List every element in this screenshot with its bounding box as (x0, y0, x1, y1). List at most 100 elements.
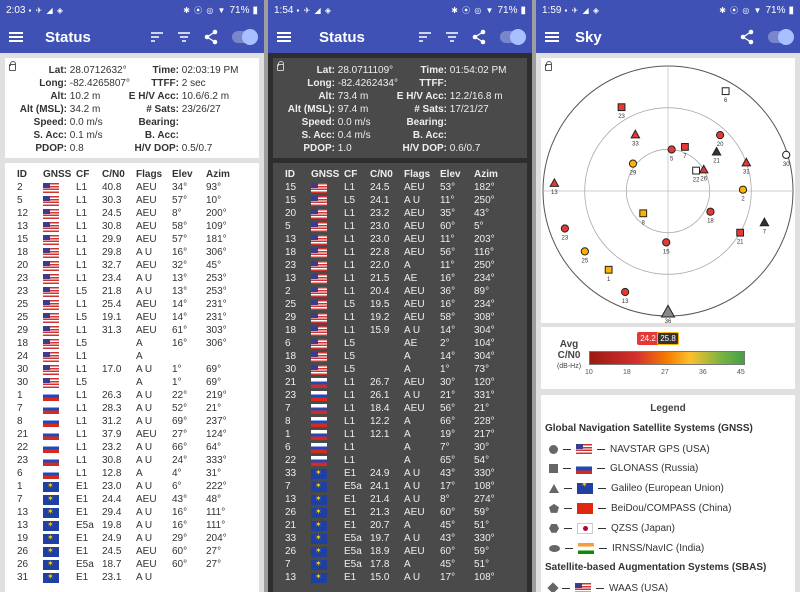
table-row[interactable]: 25 L1 25.4 AEU 14° 231° (17, 298, 240, 311)
filter-icon[interactable] (176, 29, 192, 45)
table-row[interactable]: 18 L1 29.8 A U 16° 306° (17, 246, 240, 259)
column-header[interactable]: Azim (474, 168, 508, 181)
satellite-marker[interactable] (692, 166, 700, 175)
gps-toggle[interactable] (500, 29, 526, 45)
table-row[interactable]: 21 L1 26.7 AEU 30° 120° (285, 376, 508, 389)
column-header[interactable]: C/N0 (102, 168, 136, 181)
table-row[interactable]: 24 L1 A (17, 350, 240, 363)
satellite-marker[interactable] (706, 207, 715, 216)
table-row[interactable]: 13 E1 21.4 A U 8° 274° (285, 493, 508, 506)
table-row[interactable]: 25 L5 19.5 AEU 16° 234° (285, 298, 508, 311)
table-row[interactable]: 1 L1 26.3 A U 22° 219° (17, 389, 240, 402)
column-header[interactable]: CF (76, 168, 102, 181)
table-row[interactable]: 13 E1 29.4 A U 16° 111° (17, 506, 240, 519)
satellite-marker[interactable] (681, 143, 689, 151)
column-header[interactable]: Flags (136, 168, 172, 181)
table-row[interactable]: 30 L5 A 1° 73° (285, 363, 508, 376)
table-row[interactable]: 7 L1 28.3 A U 52° 21° (17, 402, 240, 415)
table-row[interactable]: 26 E5a 18.9 AEU 60° 59° (285, 545, 508, 558)
table-row[interactable]: 13 L1 30.8 AEU 58° 109° (17, 220, 240, 233)
gps-toggle[interactable] (768, 29, 794, 45)
table-row[interactable]: 6 L1 A 7° 30° (285, 441, 508, 454)
table-row[interactable]: 5 L1 23.0 AEU 60° 5° (285, 220, 508, 233)
table-row[interactable]: 15 L1 29.9 AEU 57° 181° (17, 233, 240, 246)
share-icon[interactable] (739, 29, 755, 45)
table-row[interactable]: 15 L1 24.5 AEU 53° 182° (285, 181, 508, 194)
column-header[interactable]: Flags (404, 168, 440, 181)
table-row[interactable]: 26 E5a 18.7 AEU 60° 27° (17, 558, 240, 571)
table-row[interactable]: 1 L1 12.1 A 19° 217° (285, 428, 508, 441)
table-row[interactable]: 26 E1 21.3 AEU 60° 59° (285, 506, 508, 519)
table-row[interactable]: 30 L1 17.0 A U 1° 69° (17, 363, 240, 376)
table-row[interactable]: 23 L1 23.4 A U 13° 253° (17, 272, 240, 285)
table-row[interactable]: 20 L1 32.7 AEU 32° 45° (17, 259, 240, 272)
satellite-marker[interactable] (604, 265, 613, 274)
table-row[interactable]: 13 L1 21.5 AE 16° 234° (285, 272, 508, 285)
table-row[interactable]: 18 L5 A 16° 306° (17, 337, 240, 350)
satellite-marker[interactable] (738, 185, 748, 194)
table-row[interactable]: 1 E1 23.0 A U 6° 222° (17, 480, 240, 493)
satellite-marker[interactable] (759, 217, 770, 227)
table-row[interactable]: 21 L1 37.9 AEU 27° 124° (17, 428, 240, 441)
share-icon[interactable] (203, 29, 219, 45)
filter-icon[interactable] (444, 29, 460, 45)
satellite-marker[interactable] (580, 247, 589, 256)
table-row[interactable]: 12 L1 24.5 AEU 8° 200° (17, 207, 240, 220)
table-row[interactable]: 31 E1 23.1 A U (17, 571, 240, 584)
table-row[interactable]: 8 L1 12.2 A 66° 228° (285, 415, 508, 428)
table-row[interactable]: 18 L1 22.8 AEU 56° 116° (285, 246, 508, 259)
column-header[interactable]: GNSS (43, 168, 76, 181)
table-row[interactable]: 20 L1 23.2 AEU 35° 43° (285, 207, 508, 220)
table-row[interactable]: 7 E5a 24.1 A U 17° 108° (285, 480, 508, 493)
satellite-marker[interactable] (715, 131, 725, 140)
table-row[interactable]: 33 E1 24.9 A U 43° 330° (285, 467, 508, 480)
table-row[interactable]: 23 L1 30.8 A U 24° 333° (17, 454, 240, 467)
table-row[interactable]: 30 L5 A 1° 69° (17, 376, 240, 389)
table-row[interactable]: 13 L1 23.0 AEU 11° 203° (285, 233, 508, 246)
table-row[interactable]: 7 E5a 17.8 A 45° 51° (285, 558, 508, 571)
satellite-marker[interactable] (698, 164, 709, 174)
satellite-marker[interactable] (549, 177, 560, 187)
table-row[interactable]: 22 L1 A 65° 54° (285, 454, 508, 467)
satellite-marker[interactable] (721, 87, 730, 96)
satellite-marker[interactable] (621, 287, 630, 297)
table-row[interactable]: 18 L1 15.9 A U 14° 304° (285, 324, 508, 337)
satellite-marker[interactable] (711, 146, 722, 156)
column-header[interactable]: GNSS (311, 168, 344, 181)
satellite-marker[interactable] (660, 304, 676, 318)
menu-icon[interactable] (9, 32, 23, 42)
table-row[interactable]: 29 L1 19.2 AEU 58° 308° (285, 311, 508, 324)
column-header[interactable]: Azim (206, 168, 240, 181)
table-row[interactable]: 13 E1 15.0 A U 17° 108° (285, 571, 508, 584)
table-row[interactable]: 2 L1 40.8 AEU 34° 93° (17, 181, 240, 194)
column-header[interactable]: Elev (172, 168, 206, 181)
column-header[interactable]: ID (17, 168, 43, 181)
table-row[interactable]: 23 L5 21.8 A U 13° 253° (17, 285, 240, 298)
column-header[interactable]: C/N0 (370, 168, 404, 181)
satellite-marker[interactable] (667, 145, 676, 154)
gps-toggle[interactable] (232, 29, 258, 45)
share-icon[interactable] (471, 29, 487, 45)
satellite-marker[interactable] (560, 224, 569, 233)
table-row[interactable]: 19 E1 24.9 A U 29° 204° (17, 532, 240, 545)
table-row[interactable]: 2 L1 20.4 AEU 36° 89° (285, 285, 508, 298)
table-row[interactable]: 15 L5 24.1 A U 11° 250° (285, 194, 508, 207)
table-row[interactable]: 23 L1 22.0 A 11° 250° (285, 259, 508, 272)
satellite-marker[interactable] (630, 129, 641, 139)
satellite-marker[interactable] (782, 150, 791, 159)
satellite-marker[interactable] (628, 159, 638, 168)
table-row[interactable]: 21 E1 20.7 A 45° 51° (285, 519, 508, 532)
satellite-marker[interactable] (741, 157, 752, 167)
column-header[interactable]: Elev (440, 168, 474, 181)
table-row[interactable]: 5 L1 30.3 AEU 57° 10° (17, 194, 240, 207)
table-row[interactable]: 7 L1 18.4 AEU 56° 21° (285, 402, 508, 415)
table-row[interactable]: 8 L1 31.2 A U 69° 237° (17, 415, 240, 428)
table-row[interactable]: 13 E5a 19.8 A U 16° 111° (17, 519, 240, 532)
satellite-marker[interactable] (736, 228, 745, 237)
table-row[interactable]: 29 L1 31.3 AEU 61° 303° (17, 324, 240, 337)
satellite-marker[interactable] (662, 238, 671, 247)
table-row[interactable]: 22 L1 23.2 A U 66° 64° (17, 441, 240, 454)
sort-icon[interactable] (149, 29, 165, 45)
sort-icon[interactable] (417, 29, 433, 45)
table-row[interactable]: 6 L5 AE 2° 104° (285, 337, 508, 350)
